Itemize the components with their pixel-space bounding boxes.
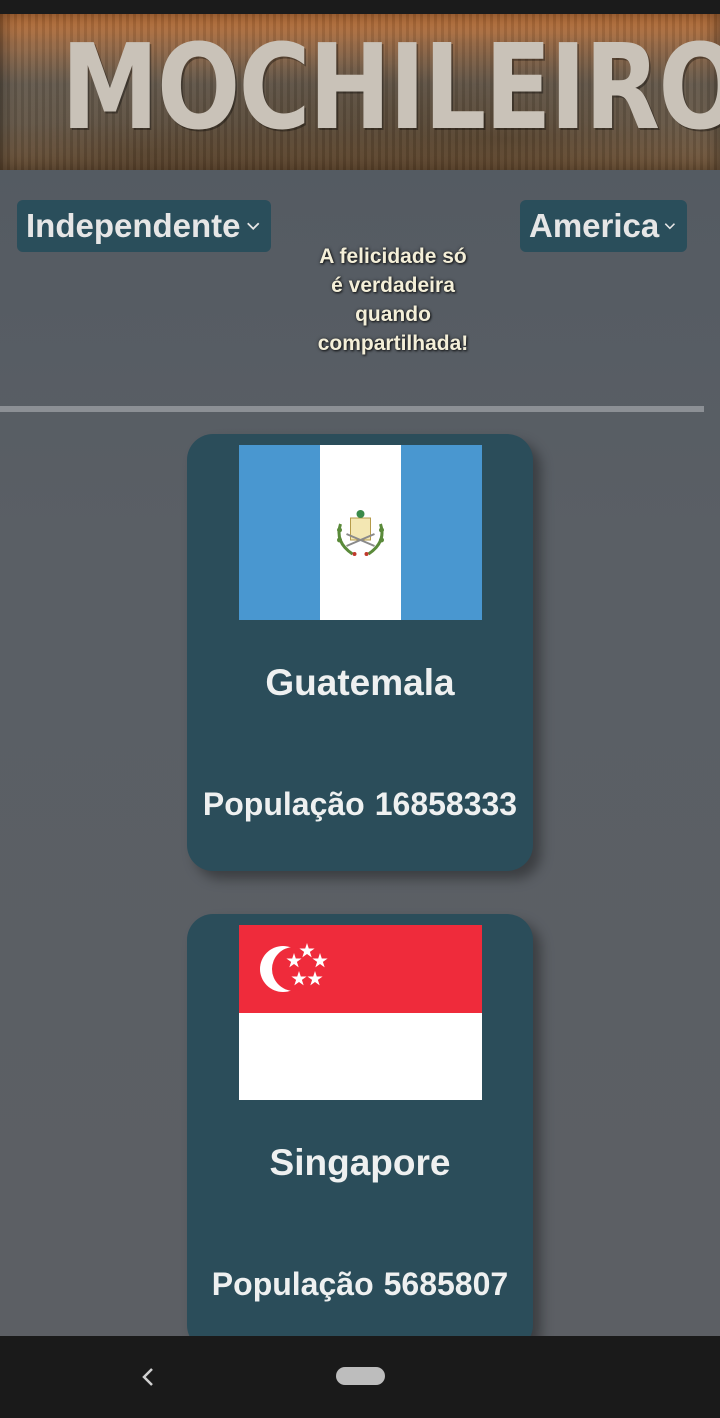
population-value: 16858333 xyxy=(374,786,518,822)
home-pill-icon[interactable] xyxy=(336,1367,385,1385)
region-filter-value: America xyxy=(529,207,660,244)
population-value: 5685807 xyxy=(383,1266,509,1302)
quote-line: é verdadeira xyxy=(331,274,455,297)
population-label: População xyxy=(202,786,365,822)
quote-line: A felicidade só xyxy=(319,245,467,268)
chevron-down-icon xyxy=(665,223,676,230)
country-name: Guatemala xyxy=(265,662,455,703)
system-navigation-bar xyxy=(0,1336,720,1418)
section-divider xyxy=(0,406,704,412)
chevron-down-icon xyxy=(246,222,259,231)
guatemala-flag xyxy=(239,445,482,620)
app-logo: MOCHILEIROS xyxy=(61,18,720,156)
region-filter-dropdown[interactable]: America xyxy=(520,200,687,252)
header-banner: MOCHILEIROS xyxy=(0,14,720,170)
population-label: População xyxy=(211,1266,374,1302)
status-bar xyxy=(0,0,720,14)
app-screen: MOCHILEIROS Independente America A felic… xyxy=(0,14,720,1336)
quote-line: quando xyxy=(355,303,431,326)
country-name: Singapore xyxy=(269,1142,451,1183)
independence-filter-value: Independente xyxy=(26,207,241,244)
country-population: População 16858333 xyxy=(187,786,533,823)
country-population: População 5685807 xyxy=(187,1266,533,1303)
country-card[interactable]: Singapore População 5685807 xyxy=(187,914,533,1336)
country-card[interactable]: Guatemala População 16858333 xyxy=(187,434,533,871)
independence-filter-dropdown[interactable]: Independente xyxy=(17,200,271,252)
singapore-flag xyxy=(239,925,482,1100)
quote-text: A felicidade só é verdadeira quando comp… xyxy=(300,242,486,358)
quote-line: compartilhada! xyxy=(317,332,469,355)
chevron-left-icon[interactable] xyxy=(136,1364,160,1390)
